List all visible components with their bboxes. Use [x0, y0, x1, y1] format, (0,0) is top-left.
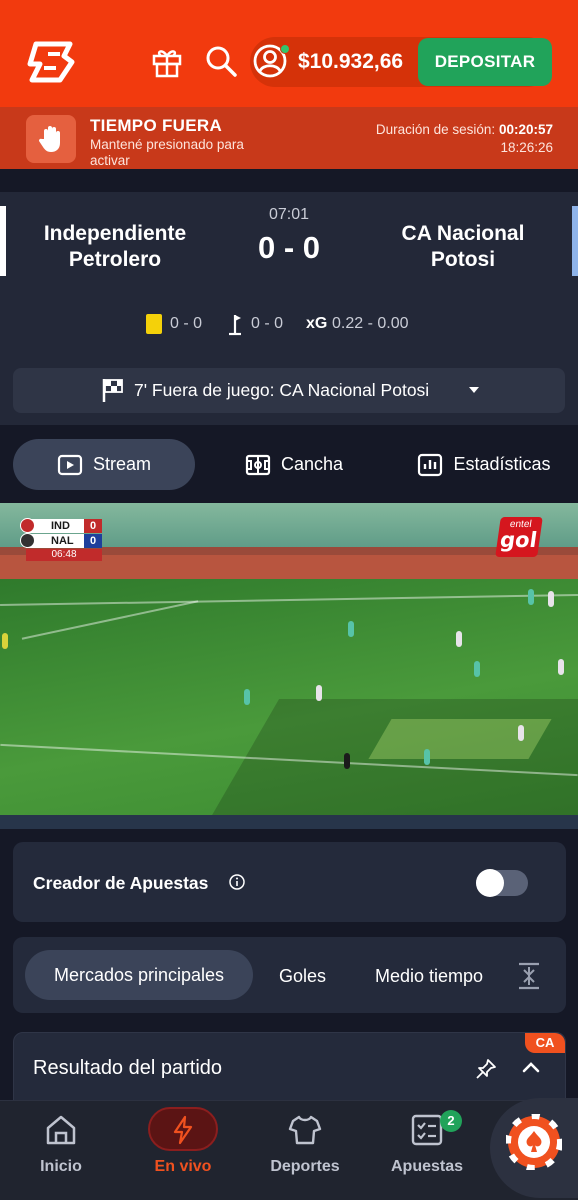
- match-clock: 07:01: [268, 206, 310, 223]
- yellow-cards-value: 0 - 0: [170, 315, 203, 332]
- player: [558, 659, 564, 675]
- home-crest-icon: [20, 518, 35, 533]
- chevron-up-icon[interactable]: [521, 1057, 541, 1077]
- away-team-name: CA Nacional Potosi: [401, 222, 525, 271]
- away-team-color-bar: [572, 206, 578, 276]
- caret-down-icon: [469, 387, 479, 393]
- xg-label: xG: [306, 315, 328, 332]
- tab-cancha[interactable]: Cancha: [230, 439, 358, 490]
- casino-chip-icon[interactable]: [506, 1114, 562, 1170]
- deposit-button[interactable]: DEPOSITAR: [418, 38, 552, 86]
- hand-icon[interactable]: [26, 115, 76, 163]
- info-icon[interactable]: [229, 874, 245, 890]
- scorebug-away-abbr: NAL: [51, 535, 74, 547]
- tab-cancha-label: Cancha: [280, 454, 344, 474]
- last-event-dropdown[interactable]: 7' Fuera de juego: CA Nacional Potosi: [13, 368, 565, 413]
- market-tab-goles[interactable]: Goles: [279, 966, 326, 987]
- play-icon: [57, 454, 83, 475]
- pitch-icon: [245, 454, 271, 475]
- tab-stream[interactable]: Stream: [13, 439, 195, 490]
- timeout-banner[interactable]: TIEMPO FUERA Mantené presionado para act…: [0, 107, 578, 169]
- match-score: 0 - 0: [257, 230, 321, 265]
- lightning-icon: [173, 1115, 193, 1145]
- broadcaster-logo: entel gol: [495, 517, 543, 557]
- player: [244, 689, 250, 705]
- scorebug-away-score: 0: [84, 534, 102, 548]
- timeout-subtitle: Mantené presionado para activar: [90, 137, 244, 168]
- toggle-knob: [476, 869, 504, 897]
- player: [528, 589, 534, 605]
- brand-logo-icon[interactable]: [26, 38, 76, 86]
- player: [548, 591, 554, 607]
- corner-flag-icon: [229, 315, 241, 336]
- checkered-flag-icon: [102, 379, 123, 402]
- stats-icon: [418, 453, 443, 476]
- nav-inicio-label: Inicio: [40, 1158, 82, 1175]
- nav-deportes-label: Deportes: [270, 1158, 340, 1175]
- live-stream-video[interactable]: IND 0 NAL 0 06:48 entel gol: [0, 503, 578, 829]
- player: [424, 749, 430, 765]
- session-clock: 18:26:26: [500, 140, 553, 155]
- last-event-text: 7' Fuera de juego: CA Nacional Potosi: [134, 380, 430, 400]
- referee: [344, 753, 350, 769]
- ca-badge: CA: [525, 1033, 565, 1053]
- player: [456, 631, 462, 647]
- match-stats-row: 0 - 0 0 - 0 xG 0.22 - 0.00: [0, 310, 578, 340]
- broadcaster-logo-main: gol: [498, 528, 539, 552]
- session-value: 00:20:57: [498, 122, 553, 137]
- market-result-title: Resultado del partido: [33, 1057, 223, 1079]
- nav-deportes[interactable]: Deportes: [262, 1101, 348, 1200]
- player: [316, 685, 322, 701]
- yellow-card-icon: [146, 314, 162, 334]
- tab-stream-label: Stream: [92, 454, 152, 474]
- away-crest-icon: [20, 533, 35, 548]
- scorebug-home-score: 0: [84, 519, 102, 533]
- scorebug-home-abbr: IND: [51, 520, 70, 532]
- session-label: Duración de sesión:: [375, 122, 496, 137]
- collapse-all-icon[interactable]: [516, 961, 542, 991]
- session-duration: Duración de sesión: 00:20:57: [376, 122, 553, 137]
- top-header: $10.932,66 DEPOSITAR: [0, 0, 578, 107]
- goalkeeper: [2, 633, 8, 649]
- tab-estadisticas-label: Estadísticas: [453, 454, 551, 474]
- home-icon: [46, 1115, 76, 1145]
- bet-builder-label: Creador de Apuestas: [33, 873, 209, 893]
- home-team-color-bar: [0, 206, 6, 276]
- timeout-title: TIEMPO FUERA: [90, 116, 223, 135]
- bet-builder-card: Creador de Apuestas: [13, 842, 566, 922]
- nav-inicio[interactable]: Inicio: [22, 1101, 100, 1200]
- bet-builder-toggle[interactable]: [476, 869, 528, 897]
- gift-icon[interactable]: [150, 44, 184, 78]
- player: [518, 725, 524, 741]
- market-tabs-card: Mercados principales Goles Medio tiempo: [13, 937, 566, 1013]
- online-status-dot: [280, 44, 290, 54]
- nav-en-vivo-label: En vivo: [154, 1158, 212, 1175]
- pitch-bottom-band: [0, 815, 578, 829]
- player: [348, 621, 354, 637]
- betslip-icon: [411, 1114, 443, 1146]
- football-pitch: [0, 579, 578, 829]
- stream-scorebug: IND 0 NAL 0 06:48: [20, 518, 102, 561]
- search-icon[interactable]: [204, 44, 238, 78]
- xg-value: 0.22 - 0.00: [332, 315, 409, 332]
- live-icon-pill[interactable]: [148, 1107, 218, 1151]
- market-tab-principales[interactable]: Mercados principales: [25, 950, 253, 1000]
- home-team-name: Independiente Petrolero: [43, 222, 187, 271]
- tab-estadisticas[interactable]: Estadísticas: [400, 439, 568, 490]
- corners-value: 0 - 0: [251, 315, 284, 332]
- betslip-count-badge: 2: [440, 1110, 462, 1132]
- player: [474, 661, 480, 677]
- pin-icon[interactable]: [474, 1057, 498, 1081]
- jersey-icon: [288, 1115, 322, 1145]
- nav-apuestas-label: Apuestas: [390, 1158, 464, 1175]
- account-balance[interactable]: $10.932,66: [298, 50, 403, 74]
- market-tab-medio-tiempo[interactable]: Medio tiempo: [375, 966, 485, 987]
- scorebug-clock: 06:48: [26, 549, 102, 561]
